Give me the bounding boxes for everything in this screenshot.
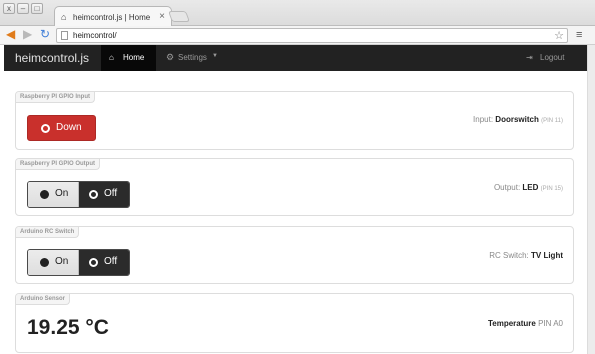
menu-icon[interactable]: ≡ <box>576 29 582 41</box>
info-name: Doorswitch <box>495 115 539 124</box>
page-content: Raspberry PI GPIO Input Down Input: Door… <box>4 71 587 354</box>
forward-arrow-icon[interactable]: ▶ <box>23 28 32 41</box>
card-label: Arduino RC Switch <box>16 227 80 238</box>
browser-tab[interactable]: ⌂ heimcontrol.js | Home × <box>54 6 172 27</box>
nav-settings-label: Settings <box>178 53 207 62</box>
app-navbar: heimcontrol.js ⌂ Home ⚙ Settings ▼ ⇥ Log… <box>4 45 587 71</box>
down-button[interactable]: Down <box>27 115 96 141</box>
star-icon[interactable]: ☆ <box>554 29 564 42</box>
on-button[interactable]: On <box>28 182 79 207</box>
circle-icon <box>41 124 50 133</box>
new-tab-button[interactable] <box>167 11 191 22</box>
nav-logout[interactable]: ⇥ Logout <box>526 45 576 71</box>
info-pin: (PIN 15) <box>540 186 563 192</box>
on-button[interactable]: On <box>28 250 79 275</box>
on-label: On <box>55 188 69 199</box>
window-controls: x – □ <box>3 3 43 14</box>
off-button[interactable]: Off <box>79 250 129 275</box>
home-icon: ⌂ <box>109 53 114 62</box>
on-label: On <box>55 256 69 267</box>
card-gpio-output: Raspberry PI GPIO Output On Off Output: … <box>15 158 574 216</box>
card-info: Input: Doorswitch (PIN 11) <box>473 115 563 124</box>
scrollbar[interactable] <box>587 45 595 354</box>
info-name: LED <box>522 183 539 192</box>
caret-down-icon: ▼ <box>212 53 218 59</box>
filled-circle-icon <box>40 190 49 199</box>
gear-icon: ⚙ <box>166 52 175 62</box>
browser-titlebar: x – □ ⌂ heimcontrol.js | Home × <box>0 0 595 27</box>
back-arrow-icon[interactable]: ◀ <box>6 28 15 41</box>
nav-home[interactable]: ⌂ Home <box>101 45 156 71</box>
page-icon <box>61 31 68 40</box>
info-pin: PIN A0 <box>538 319 563 328</box>
window-close-button[interactable]: x <box>3 3 15 14</box>
output-toggle: On Off <box>27 181 130 208</box>
home-icon: ⌂ <box>61 12 67 22</box>
nav-settings-dropdown[interactable]: ⚙ Settings ▼ <box>164 45 224 71</box>
nav-home-label: Home <box>123 53 145 62</box>
rc-toggle: On Off <box>27 249 130 276</box>
info-name: TV Light <box>531 251 563 260</box>
window-minimize-button[interactable]: – <box>17 3 29 14</box>
window-maximize-button[interactable]: □ <box>31 3 43 14</box>
sensor-value: 19.25 °C <box>27 316 109 339</box>
off-button[interactable]: Off <box>79 182 129 207</box>
off-label: Off <box>104 256 118 267</box>
info-prefix: RC Switch: <box>489 251 529 260</box>
info-pin: (PIN 11) <box>541 118 563 124</box>
card-rc-switch: Arduino RC Switch On Off RC Switch: TV L… <box>15 226 574 284</box>
nav-logout-label: Logout <box>540 53 565 62</box>
circle-icon <box>89 258 98 267</box>
info-prefix: Output: <box>493 183 521 192</box>
card-label: Raspberry PI GPIO Input <box>16 92 96 103</box>
card-label: Arduino Sensor <box>16 294 71 305</box>
address-bar[interactable]: heimcontrol/ ☆ <box>56 28 568 43</box>
browser-toolbar: ◀ ▶ ↻ heimcontrol/ ☆ ≡ <box>0 26 595 45</box>
card-info: Temperature PIN A0 <box>488 319 563 328</box>
card-label: Raspberry PI GPIO Output <box>16 159 101 170</box>
card-gpio-input: Raspberry PI GPIO Input Down Input: Door… <box>15 91 574 150</box>
reload-icon[interactable]: ↻ <box>40 28 50 41</box>
info-name: Temperature <box>487 319 536 328</box>
tab-close-icon[interactable]: × <box>159 11 165 22</box>
info-prefix: Input: <box>473 115 494 124</box>
off-label: Off <box>104 188 118 199</box>
circle-icon <box>89 190 98 199</box>
brand-link[interactable]: heimcontrol.js <box>15 51 89 65</box>
filled-circle-icon <box>40 258 49 267</box>
tab-title: heimcontrol.js | Home <box>73 13 151 22</box>
card-info: RC Switch: TV Light <box>489 251 563 260</box>
card-info: Output: LED (PIN 15) <box>494 183 563 192</box>
url-text[interactable]: heimcontrol/ <box>73 31 117 40</box>
down-button-label: Down <box>56 122 82 133</box>
logout-icon: ⇥ <box>526 53 533 62</box>
card-sensor: Arduino Sensor 19.25 °C Temperature PIN … <box>15 293 574 353</box>
